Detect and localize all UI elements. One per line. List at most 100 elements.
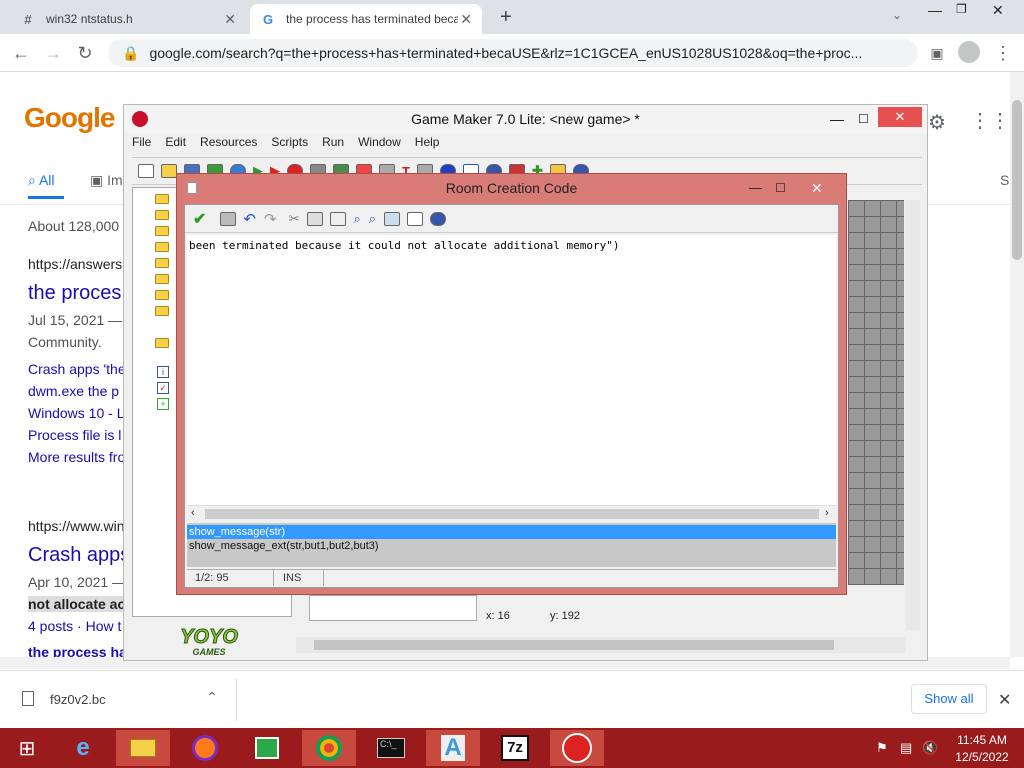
back-arrow-icon[interactable]: ←	[10, 42, 32, 64]
room-hscrollbar[interactable]	[296, 637, 906, 653]
file-explorer-icon[interactable]	[116, 730, 170, 766]
minimize-icon[interactable]: —	[928, 2, 942, 18]
close-icon[interactable]: ✕	[460, 11, 472, 28]
result1-sublink[interactable]: dwm.exe the p	[28, 383, 119, 399]
clock-date[interactable]: 12/5/2022	[952, 750, 1012, 764]
tab-more[interactable]: S	[1000, 172, 1009, 188]
folder-icon[interactable]	[155, 290, 169, 300]
7zip-icon[interactable]: 7z	[488, 730, 542, 766]
game-info-icon[interactable]: i	[157, 366, 169, 378]
print-icon[interactable]	[220, 211, 237, 226]
menu-file[interactable]: File	[132, 135, 151, 155]
room-grid[interactable]	[848, 200, 904, 585]
global-settings-icon[interactable]: ✓	[157, 382, 169, 394]
firefox-icon[interactable]	[178, 730, 232, 766]
goto-line-icon[interactable]	[384, 211, 401, 226]
chevron-up-icon[interactable]: ⌃	[206, 689, 218, 706]
result1-title[interactable]: the proces	[28, 282, 121, 305]
font-app-icon[interactable]: A	[426, 730, 480, 766]
help-icon[interactable]	[430, 211, 447, 226]
color-code-icon[interactable]	[407, 211, 424, 226]
suggestion-item-selected[interactable]: show_message(str)	[187, 525, 836, 539]
result1-sublink[interactable]: More results fro	[28, 449, 125, 465]
folder-icon[interactable]	[155, 226, 169, 236]
menu-scripts[interactable]: Scripts	[271, 135, 308, 155]
new-tab-button[interactable]: +	[500, 6, 512, 29]
chrome-icon[interactable]	[302, 730, 356, 766]
room-vscrollbar[interactable]	[906, 200, 920, 630]
menu-window[interactable]: Window	[358, 135, 401, 155]
menu-resources[interactable]: Resources	[200, 135, 257, 155]
start-windows-icon[interactable]: ⊞	[0, 730, 54, 766]
tab-ntstatus[interactable]: # win32 ntstatus.h ✕	[10, 4, 246, 34]
suggestion-item[interactable]: show_message_ext(str,but1,but2,but3)	[187, 539, 836, 553]
menu-edit[interactable]: Edit	[165, 135, 186, 155]
side-panel-icon[interactable]: ▣	[926, 42, 948, 64]
folder-icon[interactable]	[155, 194, 169, 204]
maximize-icon[interactable]: ☐	[775, 174, 786, 202]
settings-gear-icon[interactable]: ⚙	[928, 110, 946, 135]
flag-icon[interactable]: ⚑	[876, 740, 888, 756]
result2-title[interactable]: Crash apps	[28, 544, 130, 567]
result2-posts[interactable]: 4 posts · How t	[28, 618, 121, 634]
ok-check-icon[interactable]: ✔	[193, 209, 206, 229]
result1-url[interactable]: https://answers	[28, 256, 122, 272]
folder-icon[interactable]	[155, 210, 169, 220]
folder-icon[interactable]	[155, 306, 169, 316]
store-icon[interactable]	[240, 730, 294, 766]
undo-icon[interactable]: ↶	[243, 210, 256, 228]
tab-images[interactable]: ▣ Im	[90, 172, 123, 189]
extensions-icon[interactable]: +	[157, 398, 169, 410]
close-icon[interactable]: ✕	[878, 107, 922, 127]
menu-help[interactable]: Help	[415, 135, 440, 155]
address-bar[interactable]: 🔒 google.com/search?q=the+process+has+te…	[108, 39, 918, 67]
restore-icon[interactable]: ❐	[956, 2, 967, 16]
folder-icon[interactable]	[155, 242, 169, 252]
close-icon[interactable]: ✕	[224, 11, 236, 28]
command-prompt-icon[interactable]: C:\_	[364, 730, 418, 766]
minimize-icon[interactable]: —	[749, 174, 762, 202]
clock-time[interactable]: 11:45 AM	[952, 733, 1012, 747]
scroll-thumb[interactable]	[1012, 100, 1022, 260]
find-icon[interactable]: ⌕	[353, 211, 360, 227]
scroll-thumb[interactable]	[314, 640, 834, 650]
close-icon[interactable]: ✕	[811, 174, 823, 202]
profile-avatar[interactable]	[958, 41, 980, 63]
maximize-icon[interactable]: ☐	[858, 105, 869, 133]
menu-run[interactable]: Run	[322, 135, 344, 155]
open-folder-icon[interactable]	[161, 164, 177, 178]
network-icon[interactable]: ▤	[900, 740, 912, 756]
scroll-thumb[interactable]	[205, 509, 819, 519]
menu-kebab-icon[interactable]: ⋮	[992, 42, 1014, 64]
window-close-icon[interactable]: ✕	[992, 2, 1004, 19]
copy-icon[interactable]	[307, 211, 324, 226]
folder-icon[interactable]	[155, 338, 169, 348]
redo-icon[interactable]: ↷	[264, 210, 277, 228]
google-doodle-logo[interactable]: Google	[24, 102, 115, 134]
forward-arrow-icon[interactable]: →	[42, 42, 64, 64]
cut-icon[interactable]: ✂	[289, 211, 300, 227]
result1-sublink[interactable]: Process file is l	[28, 427, 121, 443]
folder-icon[interactable]	[155, 258, 169, 268]
internet-explorer-icon[interactable]: e	[56, 730, 110, 766]
reload-icon[interactable]: ↻	[74, 42, 96, 64]
scroll-right-icon[interactable]: ›	[825, 507, 829, 519]
new-file-icon[interactable]	[138, 164, 154, 178]
result1-sublink[interactable]: Crash apps 'the	[28, 361, 126, 377]
scroll-left-icon[interactable]: ‹	[191, 507, 195, 519]
result1-sublink[interactable]: Windows 10 - L	[28, 405, 124, 421]
result3-title[interactable]: the process ha	[28, 644, 127, 657]
download-filename[interactable]: f9z0v2.bc	[50, 692, 106, 707]
close-icon[interactable]: ✕	[998, 690, 1011, 710]
code-editor[interactable]: been terminated because it could not all…	[187, 235, 836, 505]
paste-icon[interactable]	[330, 211, 347, 226]
volume-muted-icon[interactable]: 🔇	[922, 740, 938, 756]
replace-icon[interactable]: ⌕	[369, 211, 376, 227]
page-scrollbar[interactable]	[1010, 72, 1024, 657]
tab-all[interactable]: ⌕ All	[28, 172, 55, 189]
minimize-icon[interactable]: —	[830, 105, 844, 133]
tab-google-search[interactable]: G the process has terminated beca ✕	[250, 4, 482, 34]
show-all-button[interactable]: Show all	[911, 684, 987, 714]
apps-grid-icon[interactable]: ⋮⋮⋮	[970, 108, 1010, 133]
editor-hscrollbar[interactable]: ‹ ›	[187, 505, 836, 521]
